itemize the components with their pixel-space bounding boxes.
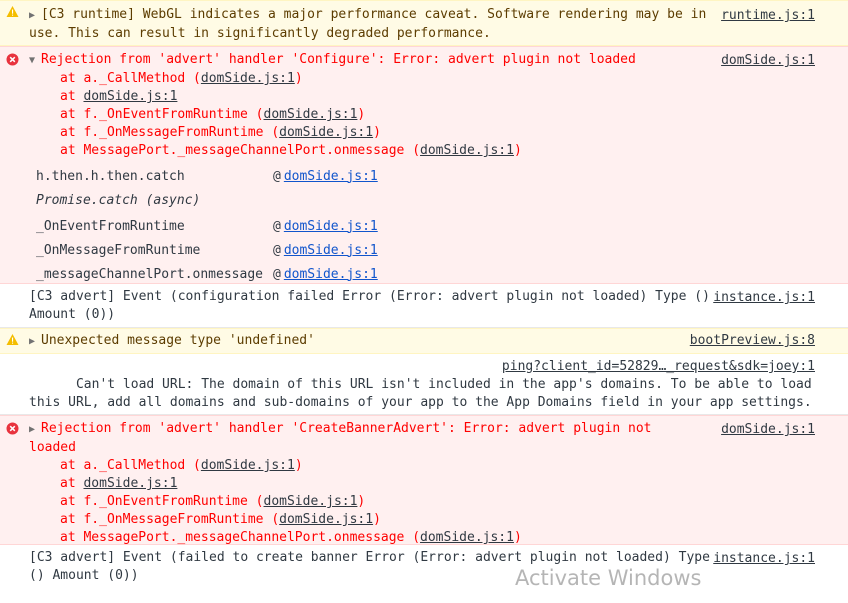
expand-triangle-icon[interactable]: ▶ (29, 421, 41, 439)
stack-trace: at a._CallMethod (domSide.js:1) at domSi… (0, 70, 848, 160)
stack-trace: at a._CallMethod (domSide.js:1) at domSi… (0, 457, 848, 547)
error-icon (6, 422, 19, 435)
source-link[interactable]: runtime.js:1 (721, 7, 815, 25)
expand-triangle-icon[interactable]: ▶ (29, 333, 41, 351)
source-link[interactable]: domSide.js:1 (721, 421, 815, 439)
async-frame-link[interactable]: domSide.js:1 (284, 267, 378, 282)
stack-frame: at f._OnMessageFromRuntime (domSide.js:1… (60, 125, 381, 140)
source-link[interactable]: instance.js:1 (713, 289, 815, 307)
source-link[interactable]: instance.js:1 (713, 550, 815, 568)
async-frame: h.then.h.then.catch @ domSide.js:1 (36, 168, 378, 184)
console-warning-message[interactable]: ▶ [C3 runtime] WebGL indicates a major pe… (0, 0, 848, 46)
async-frame-link[interactable]: domSide.js:1 (284, 243, 378, 258)
stack-frame: at domSide.js:1 (60, 89, 178, 104)
console-log-message[interactable]: [C3 advert] Event (failed to create bann… (0, 545, 848, 589)
frame-link[interactable]: domSide.js:1 (83, 476, 177, 491)
stack-frame: at a._CallMethod (domSide.js:1) (60, 71, 303, 86)
collapse-triangle-icon[interactable]: ▼ (29, 52, 41, 70)
console-panel: ▶ [C3 runtime] WebGL indicates a major pe… (0, 0, 848, 589)
console-error-message[interactable]: ▼ Rejection from 'advert' handler 'Config… (0, 46, 848, 284)
stack-frame: at domSide.js:1 (60, 476, 178, 491)
error-icon (6, 53, 19, 66)
async-frame: _messageChannelPort.onmessage @ domSide.js… (36, 266, 378, 282)
async-frame: _OnEventFromRuntime @ domSide.js:1 (36, 218, 378, 234)
stack-frame: at f._OnMessageFromRuntime (domSide.js:1… (60, 512, 381, 527)
console-log-message[interactable]: [C3 advert] Event (configuration failed … (0, 284, 848, 328)
message-text: Can't load URL: The domain of this URL i… (29, 377, 820, 410)
async-label: Promise.catch (async) (36, 193, 201, 208)
console-error-message[interactable]: ▶ Rejection from 'advert' handler 'Create… (0, 415, 848, 545)
source-link[interactable]: ping?client_id=52829…_request&sdk=joey:1 (487, 358, 815, 376)
source-link[interactable]: domSide.js:1 (721, 52, 815, 70)
async-frame-link[interactable]: domSide.js:1 (284, 169, 378, 184)
expand-triangle-icon[interactable]: ▶ (29, 7, 41, 25)
async-frame: _OnMessageFromRuntime @ domSide.js:1 (36, 242, 378, 258)
message-text: [C3 runtime] WebGL indicates a major per… (29, 7, 715, 41)
frame-link[interactable]: domSide.js:1 (420, 530, 514, 545)
frame-link[interactable]: domSide.js:1 (420, 143, 514, 158)
warning-icon (6, 5, 19, 18)
frame-link[interactable]: domSide.js:1 (83, 89, 177, 104)
message-text: Rejection from 'advert' handler 'Configu… (41, 52, 636, 67)
stack-frame: at MessagePort._messageChannelPort.onmes… (60, 143, 522, 158)
frame-link[interactable]: domSide.js:1 (279, 512, 373, 527)
frame-link[interactable]: domSide.js:1 (279, 125, 373, 140)
frame-link[interactable]: domSide.js:1 (201, 71, 295, 86)
message-text: Rejection from 'advert' handler 'CreateB… (29, 421, 660, 455)
console-warning-message[interactable]: ▶ Unexpected message type 'undefined' boo… (0, 328, 848, 354)
async-stack: h.then.h.then.catch @ domSide.js:1 Promise… (0, 164, 848, 286)
warning-icon (6, 333, 19, 346)
async-frame-link[interactable]: domSide.js:1 (284, 219, 378, 234)
frame-link[interactable]: domSide.js:1 (264, 494, 358, 509)
source-link[interactable]: bootPreview.js:8 (690, 332, 815, 350)
stack-frame: at f._OnEventFromRuntime (domSide.js:1) (60, 107, 366, 122)
stack-frame: at a._CallMethod (domSide.js:1) (60, 458, 303, 473)
console-log-message[interactable]: Can't load URL: The domain of this URL i… (0, 354, 848, 415)
stack-frame: at f._OnEventFromRuntime (domSide.js:1) (60, 494, 366, 509)
message-text: Unexpected message type 'undefined' (41, 333, 315, 348)
frame-link[interactable]: domSide.js:1 (201, 458, 295, 473)
frame-link[interactable]: domSide.js:1 (264, 107, 358, 122)
